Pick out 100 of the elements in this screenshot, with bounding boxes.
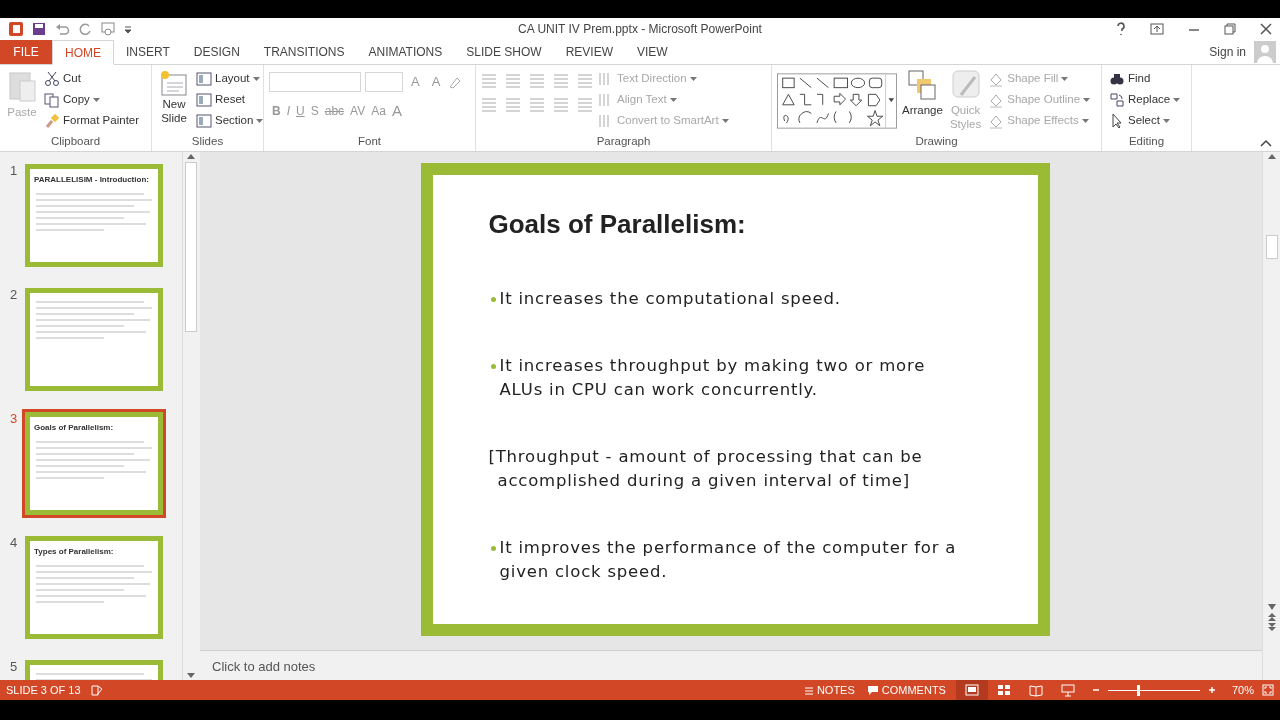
font-name-field[interactable] — [269, 72, 361, 92]
group-label: Slides — [191, 134, 224, 150]
caret-icon — [721, 118, 729, 123]
notes-placeholder[interactable]: Click to add notes — [212, 659, 316, 674]
font-size-field[interactable] — [365, 72, 403, 92]
group-label: Drawing — [915, 134, 958, 150]
ribbon-display-icon[interactable] — [1150, 23, 1164, 35]
speech-bubble-icon — [866, 685, 879, 695]
clipboard-icon — [7, 69, 37, 105]
slide-counter: SLIDE 3 OF 13 — [6, 682, 81, 698]
slide-text: [Throughput - amount of processing that can be accomplished during a given interval of time] — [488, 445, 924, 492]
spelling-icon[interactable] — [90, 684, 103, 696]
scrollbar-thumb[interactable] — [184, 162, 197, 332]
ribbon-button[interactable]: Replace — [1107, 89, 1183, 110]
caret-icon — [252, 76, 260, 81]
slide-number: 1 — [9, 162, 19, 180]
normal-view-button[interactable] — [955, 680, 988, 700]
restore-icon[interactable] — [1224, 23, 1236, 35]
zoom-slider-thumb[interactable] — [1137, 684, 1141, 696]
ribbon-button[interactable]: Cut — [42, 68, 142, 89]
pointer-icon — [1109, 112, 1125, 129]
comments-button[interactable]: COMMENTS — [864, 679, 948, 701]
normal-view-icon — [964, 683, 979, 697]
fit-to-window-icon[interactable] — [1262, 684, 1274, 696]
ribbon-button[interactable]: Section — [194, 110, 266, 131]
ribbon-tab[interactable]: HOME — [52, 40, 114, 65]
ribbon-tab[interactable]: REVIEW — [553, 40, 625, 64]
new-slide-icon — [159, 69, 189, 97]
redo-icon[interactable] — [78, 22, 92, 36]
caret-icon — [256, 118, 264, 123]
caret-icon — [669, 97, 677, 102]
customize-icon[interactable] — [124, 24, 132, 34]
layout-icon — [196, 112, 212, 129]
scissors-icon — [44, 70, 60, 87]
replace-icon — [1109, 91, 1125, 108]
bullet-text: It increases the computational speed. — [499, 288, 841, 310]
slide-number: 2 — [9, 286, 19, 304]
group-label: Clipboard — [50, 134, 101, 150]
slide-number: 3 — [9, 410, 19, 428]
zoom-out-icon[interactable] — [1091, 686, 1100, 694]
arrange-button[interactable]: Arrange — [900, 68, 945, 133]
group-label: Paragraph — [596, 134, 651, 150]
eraser-icon[interactable] — [448, 75, 463, 89]
ribbon-tab[interactable]: INSERT — [114, 40, 182, 64]
ribbon-tab[interactable]: SLIDE SHOW — [454, 40, 554, 64]
bullet-text: It increases throughput by making two or more ALUs in CPU can work concurrently. — [499, 354, 927, 401]
caret-icon — [1083, 97, 1091, 102]
slide-thumbnail[interactable] — [22, 285, 166, 394]
slide-thumbnail[interactable]: Goals of Parallelism: — [22, 409, 166, 518]
ribbon-button[interactable]: Layout — [194, 68, 266, 89]
app-icon — [8, 21, 24, 37]
bullet-text: It improves the performance of the computer for a given clock speed. — [499, 536, 958, 583]
layout-icon — [196, 91, 212, 108]
ribbon-tab[interactable]: VIEW — [624, 40, 680, 64]
new-slide-button[interactable]: New Slide — [157, 68, 191, 133]
caret-icon — [689, 76, 697, 81]
brush-icon — [44, 112, 60, 129]
ribbon-button[interactable]: Find — [1107, 68, 1183, 89]
slide-thumbnail[interactable]: Types of Parallelism: — [22, 533, 166, 642]
notes-icon — [803, 685, 814, 695]
ribbon-button[interactable]: Format Painter — [42, 110, 142, 131]
ribbon-button[interactable]: Copy — [42, 89, 142, 110]
book-icon — [1028, 683, 1043, 697]
copy-icon — [44, 91, 60, 108]
slide-thumbnail[interactable]: PARALLELISIM - Introduction: — [22, 161, 166, 270]
thumbnail-title: PARALLELISIM - Introduction: — [34, 174, 150, 186]
zoom-level: 70% — [1231, 682, 1254, 698]
help-icon[interactable] — [1116, 22, 1126, 36]
slide-title: Goals of Parallelism: — [488, 208, 746, 241]
bullet-icon — [490, 545, 496, 551]
collapse-ribbon-icon[interactable] — [1260, 139, 1272, 147]
ribbon-button[interactable]: Reset — [194, 89, 266, 110]
sign-in-link[interactable]: Sign in — [1209, 43, 1246, 61]
scroll-down-icon[interactable] — [1266, 602, 1277, 612]
bullet-icon — [490, 363, 496, 369]
projector-icon — [1060, 683, 1075, 697]
caret-icon — [1061, 76, 1069, 81]
next-slide-icon[interactable] — [1266, 622, 1277, 632]
bullet-icon — [490, 297, 496, 302]
slideshow-icon[interactable] — [100, 22, 116, 36]
zoom-in-icon[interactable] — [1207, 686, 1216, 694]
close-icon[interactable] — [1260, 23, 1272, 35]
notes-button[interactable]: NOTES — [801, 679, 857, 701]
group-label: Editing — [1128, 134, 1165, 150]
ribbon-tab[interactable]: DESIGN — [181, 40, 252, 64]
layout-icon — [196, 70, 212, 87]
previous-slide-icon[interactable] — [1266, 612, 1277, 622]
save-icon[interactable] — [32, 22, 46, 36]
arrange-icon — [907, 69, 938, 103]
caret-icon — [1081, 118, 1089, 123]
caret-icon — [92, 97, 100, 102]
thumbnail-title: Goals of Parallelism: — [34, 422, 115, 434]
caret-icon — [1162, 118, 1170, 123]
ribbon-tab[interactable]: TRANSITIONS — [251, 40, 357, 64]
undo-icon[interactable] — [54, 22, 70, 36]
ribbon-tab[interactable]: ANIMATIONS — [356, 40, 455, 64]
scrollbar-thumb[interactable] — [1265, 235, 1278, 259]
grid-icon — [996, 683, 1011, 697]
ribbon-button[interactable]: Select — [1107, 110, 1183, 131]
ribbon-tab[interactable]: FILE — [0, 40, 52, 64]
